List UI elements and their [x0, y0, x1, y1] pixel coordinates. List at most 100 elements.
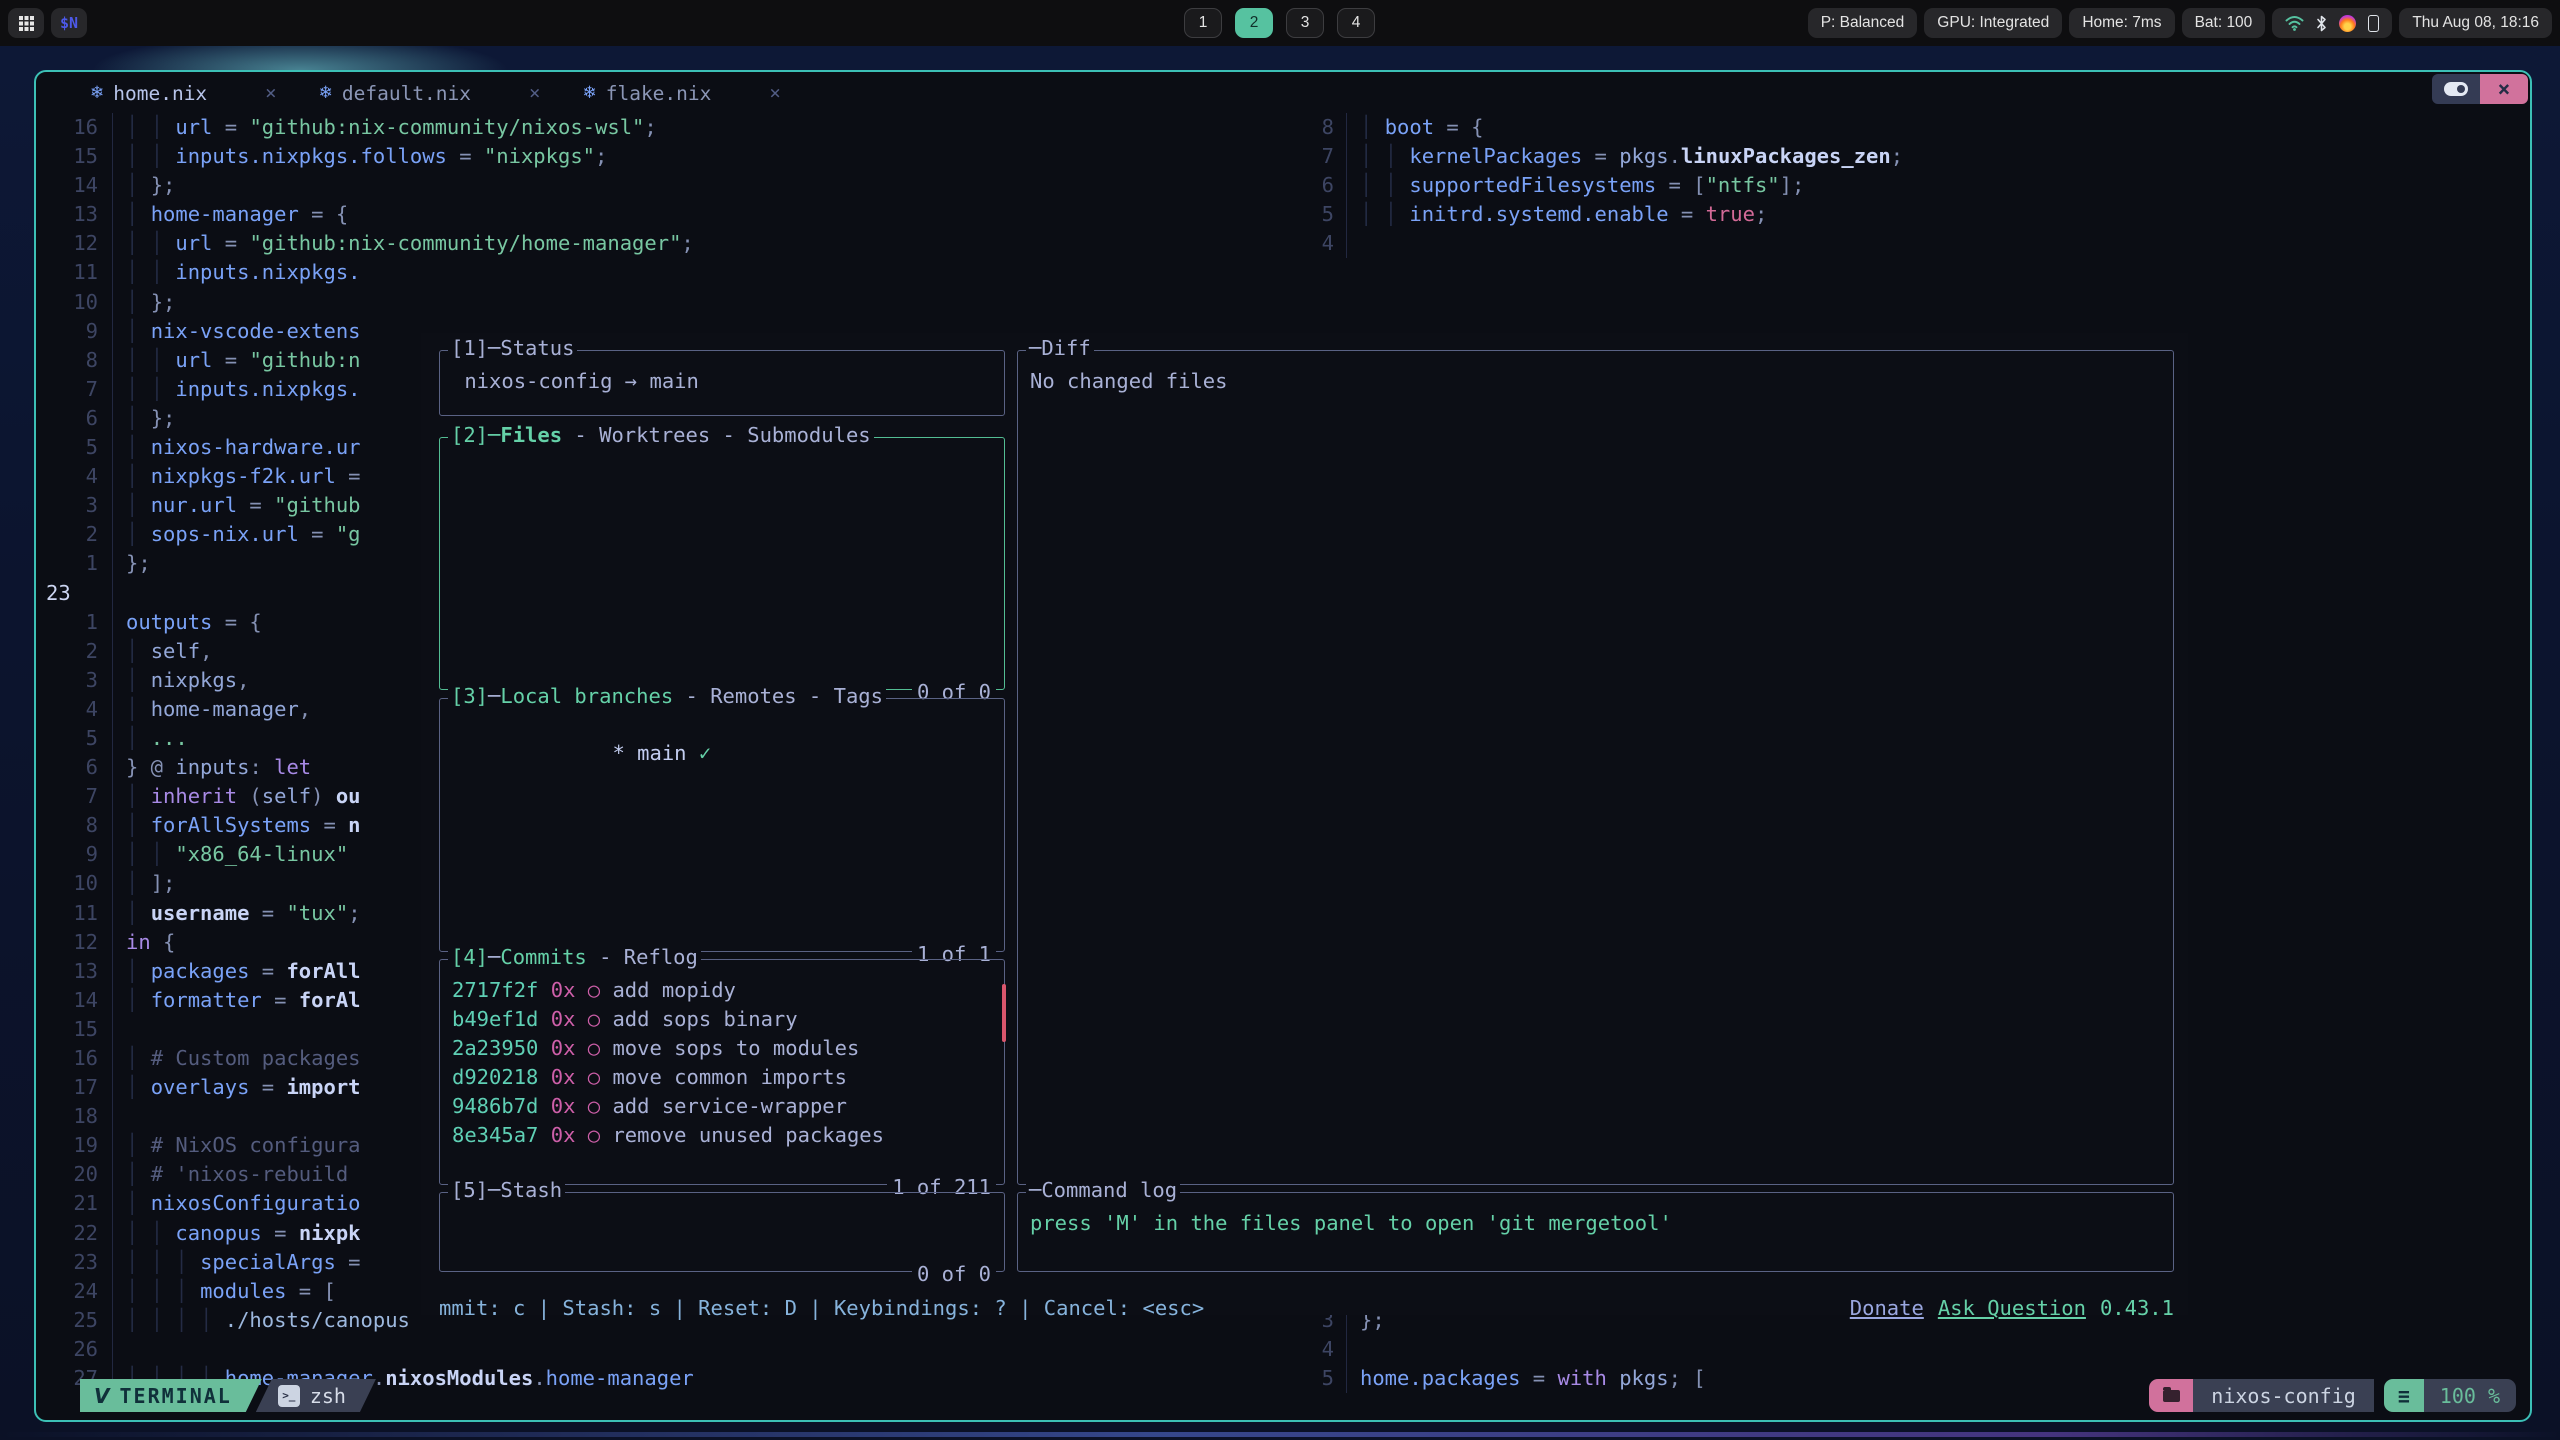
lazygit-popup: [1]─Status nixos-config → main [2]─Files… [421, 333, 2188, 1315]
tab-flake.nix[interactable]: ❄flake.nix× [582, 82, 780, 105]
vim-mode-icon: V [94, 1384, 109, 1408]
code-line: 4 [1302, 229, 2530, 258]
line-number: 15 [36, 1015, 112, 1044]
line-number: 14 [36, 171, 112, 200]
line-number: 10 [36, 288, 112, 317]
tab-label: default.nix [342, 82, 471, 105]
code-line: 14│ }; [36, 171, 1300, 200]
editor-right-top-block: 8│ boot = {7│ │ kernelPackages = pkgs.li… [1302, 113, 2530, 258]
lazygit-diff-panel[interactable]: ─Diff No changed files [1017, 350, 2174, 1185]
command-log-title: ─Command log [1026, 1178, 1180, 1202]
folder-chip[interactable] [2149, 1379, 2193, 1412]
shell-indicator: >_ zsh [256, 1379, 376, 1412]
phone-icon[interactable] [2368, 15, 2379, 32]
code-line: 13│ home-manager = { [36, 200, 1300, 229]
bluetooth-icon[interactable] [2316, 15, 2327, 32]
mode-indicator: V TERMINAL [80, 1379, 262, 1412]
commit-author: 0x [551, 1065, 588, 1089]
commit-list: 2717f2f 0x ○ add mopidyb49ef1d 0x ○ add … [440, 960, 1004, 1151]
commit-graph-node: ○ [588, 1036, 613, 1060]
commit-row[interactable]: d920218 0x ○ move common imports [452, 1063, 992, 1092]
commit-row[interactable]: 2a23950 0x ○ move sops to modules [452, 1034, 992, 1063]
status-chip: P: Balanced [1808, 8, 1918, 38]
workspace-button-2[interactable]: 2 [1235, 8, 1273, 38]
line-number: 4 [36, 695, 112, 724]
commit-row[interactable]: b49ef1d 0x ○ add sops binary [452, 1005, 992, 1034]
nix-shell-indicator[interactable]: $N [51, 8, 87, 38]
line-number: 5 [36, 724, 112, 753]
current-line-number: 23 [36, 579, 112, 608]
lazygit-stash-panel[interactable]: [5]─Stash 0 of 0 [439, 1192, 1005, 1272]
commit-author: 0x [551, 1123, 588, 1147]
line-number: 17 [36, 1073, 112, 1102]
line-number: 23 [36, 1248, 112, 1277]
tab-close-icon[interactable]: × [265, 82, 276, 104]
topbar-left-group: $N [8, 8, 87, 38]
branches-panel-title: [3]─Local branches - Remotes - Tags [448, 684, 886, 708]
commit-graph-node: ○ [588, 1065, 613, 1089]
window-toggle-button[interactable] [2432, 74, 2480, 104]
donate-link[interactable]: Donate [1850, 1296, 1924, 1320]
version-label: 0.43.1 [2100, 1296, 2174, 1320]
commit-author: 0x [551, 1094, 588, 1118]
lazygit-command-log-panel[interactable]: ─Command log press 'M' in the files pane… [1017, 1192, 2174, 1272]
tab-default.nix[interactable]: ❄ default.nix × [319, 82, 541, 105]
diff-panel-content: No changed files [1018, 351, 2173, 393]
line-number: 24 [36, 1277, 112, 1306]
line-number: 8 [1302, 113, 1346, 142]
commits-scrollbar[interactable] [1002, 984, 1006, 1042]
line-number: 8 [36, 346, 112, 375]
line-number: 1 [36, 549, 112, 578]
code-line: 5│ │ initrd.systemd.enable = true; [1302, 200, 2530, 229]
commit-row[interactable]: 2717f2f 0x ○ add mopidy [452, 976, 992, 1005]
line-number: 7 [36, 375, 112, 404]
workspace-button-3[interactable]: 3 [1286, 8, 1324, 38]
flame-icon[interactable] [2339, 15, 2356, 32]
stash-count: 0 of 0 [912, 1262, 996, 1286]
commit-message: add service-wrapper [612, 1094, 847, 1118]
lazygit-files-panel[interactable]: [2]─Files - Worktrees - Submodules 0 of … [439, 437, 1005, 690]
lazygit-links: Donate Ask Question 0.43.1 [1850, 1296, 2174, 1320]
terminal-window: ❄home.nix×❄default.nix×❄flake.nix× × 16│… [34, 70, 2532, 1422]
code-line: 15│ │ inputs.nixpkgs.follows = "nixpkgs"… [36, 142, 1300, 171]
ask-question-link[interactable]: Ask Question [1938, 1296, 2086, 1320]
clock-text: Thu Aug 08, 18:16 [2412, 14, 2539, 32]
commit-hash: 2717f2f [452, 978, 551, 1002]
lazygit-branches-panel[interactable]: [3]─Local branches - Remotes - Tags * ma… [439, 698, 1005, 952]
nix-snowflake-icon: ❄ [319, 83, 333, 103]
window-close-button[interactable]: × [2480, 74, 2528, 104]
line-number: 9 [36, 840, 112, 869]
workspace-button-1[interactable]: 1 [1184, 8, 1222, 38]
line-number: 21 [36, 1189, 112, 1218]
line-number: 6 [36, 753, 112, 782]
branch-row[interactable]: * main ✓ [440, 699, 1004, 789]
code-line: 10│ }; [36, 288, 1300, 317]
workspace-switcher: 1234 [1184, 8, 1375, 38]
commit-hash: d920218 [452, 1065, 551, 1089]
lazygit-commits-panel[interactable]: [4]─Commits - Reflog 2717f2f 0x ○ add mo… [439, 959, 1005, 1185]
line-number: 5 [36, 433, 112, 462]
line-number: 2 [36, 520, 112, 549]
line-number: 18 [36, 1102, 112, 1131]
lines-icon: ≡ [2398, 1384, 2410, 1408]
stash-panel-title: [5]─Stash [448, 1178, 565, 1202]
tab-close-icon[interactable]: × [529, 82, 540, 104]
commit-row[interactable]: 8e345a7 0x ○ remove unused packages [452, 1121, 992, 1150]
workspace-button-4[interactable]: 4 [1337, 8, 1375, 38]
line-number: 26 [36, 1335, 112, 1364]
commit-graph-node: ○ [588, 1094, 613, 1118]
repo-name: nixos-config [2193, 1379, 2374, 1412]
statusbar-right-group: nixos-config ≡ 100 % [2149, 1379, 2516, 1412]
lazygit-status-panel[interactable]: [1]─Status nixos-config → main [439, 350, 1005, 416]
commit-graph-node: ○ [588, 978, 613, 1002]
line-number: 16 [36, 1044, 112, 1073]
wifi-icon[interactable] [2285, 15, 2304, 31]
commit-message: add sops binary [612, 1007, 797, 1031]
tab-home.nix[interactable]: ❄home.nix× [90, 82, 277, 105]
line-number: 11 [36, 899, 112, 928]
commit-hash: b49ef1d [452, 1007, 551, 1031]
apps-launcher-button[interactable] [8, 8, 44, 38]
commit-row[interactable]: 9486b7d 0x ○ add service-wrapper [452, 1092, 992, 1121]
commit-hash: 9486b7d [452, 1094, 551, 1118]
tab-close-icon[interactable]: × [769, 82, 780, 104]
